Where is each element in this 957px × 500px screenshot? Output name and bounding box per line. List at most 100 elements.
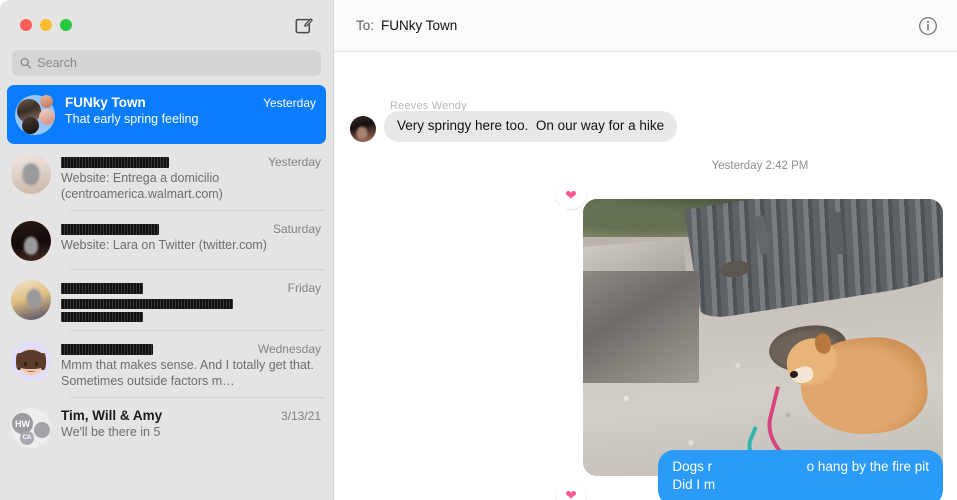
conversation-preview: Website: Lara on Twitter (twitter.com) <box>61 238 267 252</box>
conversation-timestamp: Wednesday <box>257 342 321 356</box>
conversation-preview: That early spring feeling <box>65 112 199 126</box>
conversation-pane: To: FUNky Town Reeves Wendy Very springy… <box>333 0 957 500</box>
redaction-bar <box>61 223 159 235</box>
conversation-timestamp: Yesterday <box>263 96 316 110</box>
group-avatar <box>15 95 55 135</box>
search-container <box>0 50 333 85</box>
photo-image <box>583 199 943 476</box>
conversation-name-redacted <box>61 280 143 295</box>
conversation-details-button[interactable] <box>916 14 940 38</box>
photo-bench-leg <box>829 211 846 255</box>
tapback-heart-message[interactable]: ❤ <box>556 481 586 500</box>
heart-icon: ❤ <box>565 187 577 203</box>
info-circle-icon <box>919 16 937 35</box>
conversation-name-redacted <box>61 341 153 356</box>
photo-attachment-message[interactable] <box>583 199 943 476</box>
tapback-heart-photo[interactable]: ❤ <box>554 181 586 216</box>
photo-stone-wall <box>583 271 699 383</box>
conversation-name: Tim, Will & Amy <box>61 408 163 423</box>
conversation-timestamp: Yesterday <box>268 155 321 169</box>
conversation-timestamp: Saturday <box>272 222 321 236</box>
outgoing-line-2: Did I m <box>672 476 929 494</box>
avatar-member-3 <box>39 109 55 125</box>
conversation-topline: FUNky Town Yesterday <box>65 95 316 110</box>
conversation-preview-redacted <box>61 296 321 322</box>
message-timestamp: Yesterday 2:42 PM <box>711 160 809 172</box>
conversation-topline: Yesterday <box>61 154 321 169</box>
conversation-text: Tim, Will & Amy 3/13/21 We'll be there i… <box>61 407 321 440</box>
window-controls <box>20 19 72 31</box>
search-icon <box>20 57 31 69</box>
conversation-list[interactable]: FUNky Town Yesterday That early spring f… <box>0 85 333 500</box>
avatar-initials-ca: CA <box>20 431 34 445</box>
conversation-row-tim-will-amy[interactable]: HW CA Tim, Will & Amy 3/13/21 We'll be t… <box>0 398 333 457</box>
conversation-header: To: FUNky Town <box>334 0 957 52</box>
conversation-topline: Friday <box>61 280 321 295</box>
contact-avatar <box>11 221 51 261</box>
conversation-preview: Website: Entrega a domicilio (centroamer… <box>61 171 223 201</box>
messages-app-window: FUNky Town Yesterday That early spring f… <box>0 0 957 500</box>
redaction-bar <box>61 299 233 309</box>
avatar-member-2 <box>40 95 53 108</box>
message-thread[interactable]: Reeves Wendy Very springy here too. On o… <box>334 52 957 500</box>
conversation-text: Wednesday Mmm that makes sense. And I to… <box>61 340 321 389</box>
conversation-timestamp: Friday <box>287 281 321 295</box>
minimize-window-button[interactable] <box>40 19 52 31</box>
conversation-text: Saturday Website: Lara on Twitter (twitt… <box>61 220 321 253</box>
memoji-hair-left <box>16 353 22 370</box>
conversation-name: FUNky Town <box>65 95 146 110</box>
memoji-avatar <box>11 341 51 381</box>
group-initials-avatar: HW CA <box>11 408 51 448</box>
conversation-preview: Mmm that makes sense. And I totally get … <box>61 358 314 388</box>
incoming-message-bubble[interactable]: Very springy here too. On our way for a … <box>384 111 678 142</box>
avatar-member-blank <box>34 422 50 438</box>
memoji-mouth <box>26 368 36 373</box>
sidebar: FUNky Town Yesterday That early spring f… <box>0 0 333 500</box>
outgoing-line-2-head: Did I m <box>672 476 716 492</box>
redaction-bar <box>61 156 169 168</box>
outgoing-line-1-head: Dogs r <box>672 458 713 474</box>
sidebar-toolbar <box>0 0 333 50</box>
conversation-row-funky-town[interactable]: FUNky Town Yesterday That early spring f… <box>7 85 326 144</box>
memoji-hair-right <box>40 353 46 370</box>
outgoing-message-bubble[interactable]: Dogs rsssssssssssssso hang by the fire p… <box>658 449 943 500</box>
conversation-text: FUNky Town Yesterday That early spring f… <box>65 94 316 127</box>
redaction-bar <box>61 282 143 294</box>
close-window-button[interactable] <box>20 19 32 31</box>
photo-bench-leg-2 <box>753 215 771 255</box>
conversation-text: Friday <box>61 279 321 322</box>
conversation-row-5[interactable]: Wednesday Mmm that makes sense. And I to… <box>0 331 333 398</box>
search-input[interactable] <box>37 56 313 70</box>
compose-new-message-button[interactable] <box>291 12 317 38</box>
conversation-timestamp: 3/13/21 <box>280 409 321 423</box>
conversation-text: Yesterday Website: Entrega a domicilio (… <box>61 153 321 202</box>
avatar-member-4 <box>22 117 39 134</box>
blurred-face-overlay <box>24 236 38 255</box>
memoji-eye-right <box>35 362 38 366</box>
conversation-name-redacted <box>61 154 169 169</box>
recipient-name[interactable]: FUNky Town <box>381 18 457 33</box>
heart-icon: ❤ <box>565 487 577 500</box>
conversation-topline: Tim, Will & Amy 3/13/21 <box>61 408 321 423</box>
contact-avatar <box>11 280 51 320</box>
conversation-topline: Saturday <box>61 221 321 236</box>
to-label: To: <box>356 18 375 33</box>
conversation-row-2[interactable]: Yesterday Website: Entrega a domicilio (… <box>0 144 333 211</box>
conversation-topline: Wednesday <box>61 341 321 356</box>
conversation-row-3[interactable]: Saturday Website: Lara on Twitter (twitt… <box>0 211 333 270</box>
redaction-bar <box>61 343 153 355</box>
conversation-row-4[interactable]: Friday <box>0 270 333 331</box>
contact-avatar <box>11 154 51 194</box>
outgoing-line-1: Dogs rsssssssssssssso hang by the fire p… <box>672 458 929 476</box>
incoming-message-row: Very springy here too. On our way for a … <box>350 111 678 142</box>
search-field[interactable] <box>12 50 321 76</box>
outgoing-line-1-tail: o hang by the fire pit <box>806 458 929 474</box>
blurred-face-overlay <box>26 288 42 309</box>
conversation-preview: We'll be there in 5 <box>61 425 161 439</box>
sender-avatar <box>350 115 376 142</box>
memoji-eye-left <box>24 362 27 366</box>
zoom-window-button[interactable] <box>60 19 72 31</box>
redaction-bar <box>61 312 143 322</box>
conversation-name-redacted <box>61 221 159 236</box>
compose-pencil-square-icon <box>295 17 313 33</box>
